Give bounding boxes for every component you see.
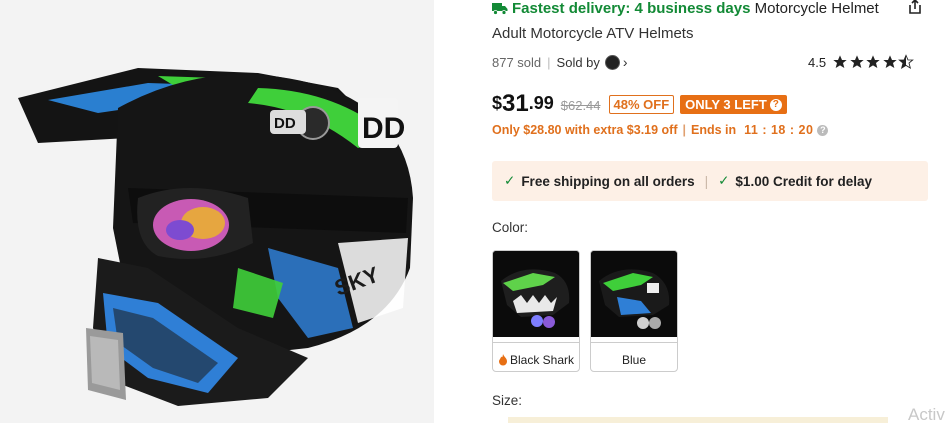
stock-badge[interactable]: ONLY 3 LEFT ? <box>680 95 787 114</box>
title-text-part1: Motorcycle Helmet <box>754 0 879 17</box>
share-icon[interactable] <box>906 0 924 16</box>
product-main-image[interactable]: DD DD SKY <box>0 0 434 423</box>
credit-text: $1.00 Credit for delay <box>735 173 872 189</box>
check-icon: ✓ <box>504 173 516 188</box>
delivery-text: Fastest delivery: 4 business days <box>512 0 751 17</box>
bottom-action-bar <box>508 417 888 423</box>
sold-by-label: Sold by <box>556 54 600 70</box>
black-shark-thumbnail <box>493 251 579 337</box>
extra-offer-row: Only $28.80 with extra $3.19 off | Ends … <box>492 123 829 137</box>
price-cents: .99 <box>528 93 554 113</box>
price-currency: $ <box>492 93 503 113</box>
star-full-icon <box>882 55 897 68</box>
info-icon[interactable]: ? <box>817 124 829 136</box>
color-option-label: Blue <box>591 342 677 371</box>
divider: | <box>682 123 687 137</box>
product-details-panel: Fastest delivery: 4 business days Motorc… <box>434 0 946 423</box>
svg-text:DD: DD <box>274 115 296 132</box>
question-icon[interactable]: ? <box>769 98 782 111</box>
product-title-line1: Fastest delivery: 4 business days Motorc… <box>492 0 879 17</box>
star-full-icon <box>849 55 864 68</box>
sold-count: 877 sold <box>492 54 542 70</box>
countdown-timer: 11 : 18 : 20 <box>744 123 814 137</box>
rating-value: 4.5 <box>808 54 827 70</box>
sold-info-row: 877 sold | Sold by › <box>492 54 628 70</box>
color-option-black-shark[interactable]: Black Shark <box>492 250 580 372</box>
product-title-line2: Adult Motorcycle ATV Helmets <box>492 25 694 42</box>
chevron-right-icon[interactable]: › <box>623 54 628 70</box>
helmet-image: DD DD SKY <box>18 68 413 406</box>
free-shipping-text: Free shipping on all orders <box>521 173 695 189</box>
star-full-icon <box>866 55 880 68</box>
fastest-delivery-label[interactable]: Fastest delivery: 4 business days <box>492 0 755 17</box>
divider: | <box>704 173 709 189</box>
svg-text:DD: DD <box>362 112 405 145</box>
rating-block[interactable]: 4.5 <box>808 54 915 70</box>
star-half-icon <box>898 54 914 69</box>
price-row: $ 31 .99 $62.44 48% OFF ONLY 3 LEFT ? <box>492 91 787 117</box>
rating-stars <box>832 54 915 70</box>
flame-icon <box>498 353 507 365</box>
discount-badge: 48% OFF <box>608 95 675 114</box>
color-label: Color: <box>492 220 529 235</box>
stock-badge-text: ONLY 3 LEFT <box>685 97 767 112</box>
truck-icon <box>492 3 508 15</box>
activate-windows-watermark: Activ <box>908 405 945 423</box>
black-shark-label: Black Shark <box>509 352 575 367</box>
sold-by-link[interactable]: Sold by <box>557 55 600 70</box>
shipping-banner[interactable]: ✓ Free shipping on all orders | ✓ $1.00 … <box>492 161 928 201</box>
color-option-blue[interactable]: Blue <box>590 250 678 372</box>
extra-offer-text: Only $28.80 with extra $3.19 off <box>492 123 678 137</box>
price-whole: 31 <box>502 90 529 117</box>
check-icon: ✓ <box>718 173 730 188</box>
blue-label: Blue <box>621 352 647 367</box>
divider: | <box>547 54 551 70</box>
star-full-icon <box>833 55 847 68</box>
ends-in-label: Ends in <box>691 123 737 137</box>
store-avatar[interactable] <box>604 54 620 70</box>
original-price: $62.44 <box>560 98 601 113</box>
color-option-label: Black Shark <box>493 342 579 371</box>
blue-thumbnail <box>591 251 677 337</box>
